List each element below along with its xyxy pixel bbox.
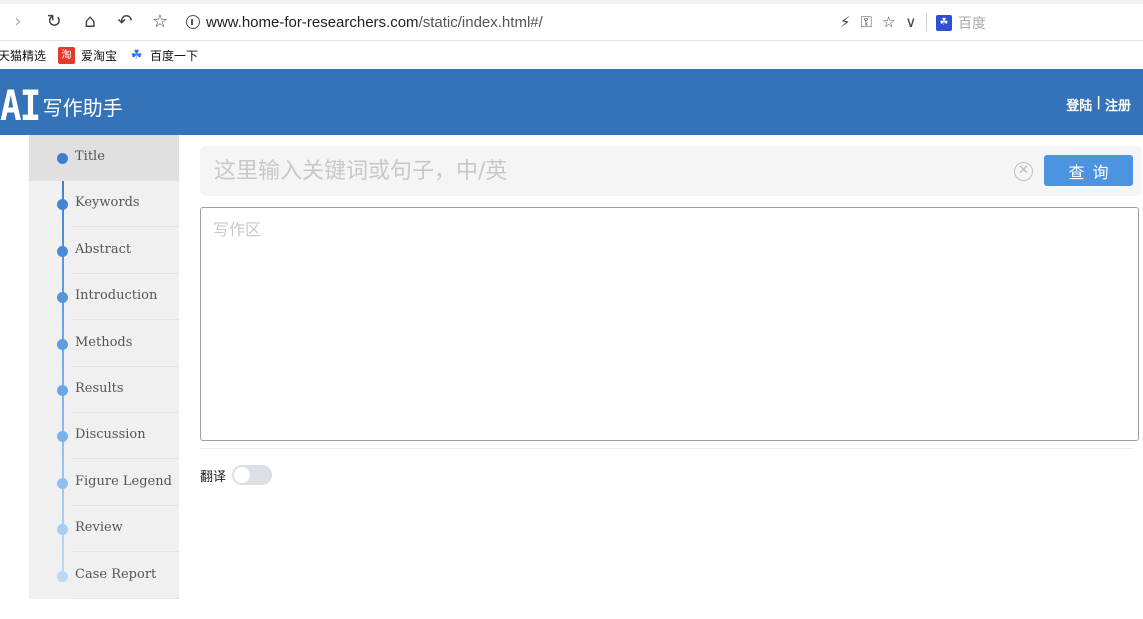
logo-name: 写作助手: [42, 96, 123, 120]
timeline-dot: [57, 245, 68, 257]
section-sidebar: Title Keywords Abstract Introduction Methods…: [29, 135, 179, 599]
sidebar-item-label: Case Report: [75, 566, 157, 582]
url-domain: www.home-for-researchers.com: [206, 14, 419, 31]
browser-toolbar: › ↻ ⌂ ↶ ☆ www.home-for-researchers.com/s…: [0, 0, 1143, 41]
tab-strip: [0, 0, 1143, 4]
toggle-knob: [234, 467, 251, 483]
sidebar-item-label: Review: [75, 520, 123, 536]
undo-icon[interactable]: ↶: [113, 10, 137, 34]
baidu-paw-icon: ☘: [130, 47, 143, 63]
home-icon[interactable]: ⌂: [78, 10, 102, 34]
timeline-dot: [57, 199, 68, 211]
translate-label: 翻译: [200, 469, 227, 485]
search-engine-name: 百度: [958, 16, 986, 32]
sidebar-item[interactable]: Discussion: [29, 413, 179, 460]
sidebar-item-label: Title: [75, 149, 105, 164]
bookmark-label: 天猫精选: [0, 48, 47, 63]
timeline-dot: [57, 292, 68, 304]
sidebar-item[interactable]: Abstract: [29, 228, 179, 274]
address-bar[interactable]: www.home-for-researchers.com/static/inde…: [186, 12, 543, 34]
baidu-icon: ☘: [936, 15, 952, 31]
login-link[interactable]: 登陆: [1066, 95, 1092, 114]
timeline-dot: [57, 431, 68, 443]
bookmarks-bar: 天猫精选 淘 爱淘宝 ☘ 百度一下: [0, 41, 1143, 69]
star-icon[interactable]: ☆: [148, 10, 172, 34]
sidebar-item[interactable]: Title: [29, 135, 179, 181]
app-logo[interactable]: AI 写作助手: [0, 75, 123, 131]
content-divider: [200, 448, 1133, 449]
sidebar-item-label: Methods: [75, 334, 133, 350]
app-header: AI 写作助手 登陆 | 注册: [0, 69, 1143, 135]
toolbar-divider: [926, 13, 928, 31]
clear-icon[interactable]: ✕: [1014, 162, 1033, 181]
timeline-dot: [57, 385, 68, 396]
info-icon[interactable]: [186, 15, 200, 29]
timeline-dot: [57, 477, 68, 489]
logo-mark: AI: [0, 81, 41, 130]
sidebar-item[interactable]: Case Report: [29, 553, 179, 599]
address-tools: ⚡︎ ⚿ ☆ ∨: [840, 11, 928, 33]
key-icon[interactable]: ⚿: [861, 13, 872, 31]
timeline-dot: [57, 153, 68, 164]
sidebar-item[interactable]: Keywords: [29, 181, 179, 228]
sidebar-item-label: Keywords: [75, 195, 140, 211]
bookmark-label: 百度一下: [150, 48, 199, 63]
sidebar-item-label: Discussion: [75, 427, 146, 443]
bookmark-star-icon[interactable]: ☆: [882, 13, 895, 31]
translate-row: 翻译: [200, 464, 273, 486]
url-path: /static/index.html#/: [418, 14, 543, 31]
bookmark-baidu[interactable]: ☘ 百度一下: [129, 47, 198, 64]
query-button[interactable]: 查询: [1044, 155, 1133, 186]
sidebar-item[interactable]: Results: [29, 367, 179, 413]
bookmark-tmall[interactable]: 天猫精选: [0, 47, 46, 64]
timeline-dot: [57, 570, 68, 582]
sidebar-item-label: Introduction: [75, 288, 158, 304]
timeline-dot: [57, 524, 68, 536]
translate-toggle[interactable]: [232, 465, 273, 485]
reload-icon[interactable]: ↻: [42, 10, 66, 34]
sidebar-item[interactable]: Figure Legend: [29, 460, 179, 506]
sidebar-divider: [71, 597, 179, 599]
bookmark-label: 爱淘宝: [81, 48, 118, 63]
taobao-icon: 淘: [58, 46, 76, 64]
sidebar-item[interactable]: Methods: [29, 321, 179, 367]
bookmark-aitaobao[interactable]: 淘 爱淘宝: [58, 46, 118, 64]
lightning-icon[interactable]: ⚡︎: [840, 13, 851, 31]
forward-icon[interactable]: ›: [6, 10, 30, 34]
writing-area[interactable]: [200, 207, 1139, 441]
sidebar-item[interactable]: Review: [29, 506, 179, 553]
sidebar-item-label: Figure Legend: [75, 473, 172, 489]
sidebar-item-label: Abstract: [75, 241, 132, 257]
chevron-down-icon[interactable]: ∨: [905, 13, 916, 31]
search-engine-box[interactable]: ☘ 百度: [936, 13, 986, 33]
auth-links: 登陆 | 注册: [1066, 95, 1131, 114]
auth-separator: |: [1096, 95, 1101, 110]
search-bar: ✕ 查询: [200, 146, 1142, 196]
search-input[interactable]: [214, 154, 1004, 188]
sidebar-item-label: Results: [75, 381, 124, 396]
timeline-dot: [57, 338, 68, 350]
sidebar-item[interactable]: Introduction: [29, 274, 179, 321]
register-link[interactable]: 注册: [1105, 95, 1131, 114]
